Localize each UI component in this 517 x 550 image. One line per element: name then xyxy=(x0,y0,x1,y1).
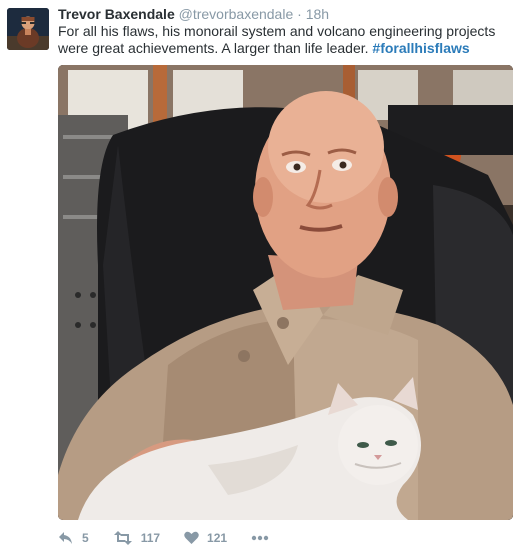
reply-button[interactable]: 5 xyxy=(58,531,89,545)
retweet-button[interactable]: 117 xyxy=(113,531,160,545)
reply-count: 5 xyxy=(82,531,89,545)
more-dots-icon[interactable] xyxy=(251,535,269,541)
retweet-count: 117 xyxy=(140,531,161,545)
hashtag-link[interactable]: #forallhisflaws xyxy=(372,40,469,56)
tweet[interactable]: Trevor Baxendale @trevorbaxendale · 18h … xyxy=(0,0,517,550)
like-button[interactable]: 121 xyxy=(184,531,227,545)
tweet-header: Trevor Baxendale @trevorbaxendale · 18h xyxy=(58,6,329,23)
author-name[interactable]: Trevor Baxendale xyxy=(58,6,175,22)
like-count: 121 xyxy=(207,531,228,545)
timestamp[interactable]: 18h xyxy=(306,6,329,22)
photo-illustration xyxy=(58,65,513,520)
reply-icon xyxy=(59,532,72,544)
separator-dot: · xyxy=(297,6,302,22)
tweet-photo[interactable] xyxy=(58,65,513,520)
heart-icon xyxy=(184,531,199,544)
retweet-icon xyxy=(113,531,132,545)
author-handle[interactable]: @trevorbaxendale xyxy=(179,6,294,22)
avatar[interactable] xyxy=(7,8,49,50)
tweet-actions: 5 117 121 xyxy=(58,529,269,547)
tweet-text: For all his flaws, his monorail system a… xyxy=(58,23,508,57)
